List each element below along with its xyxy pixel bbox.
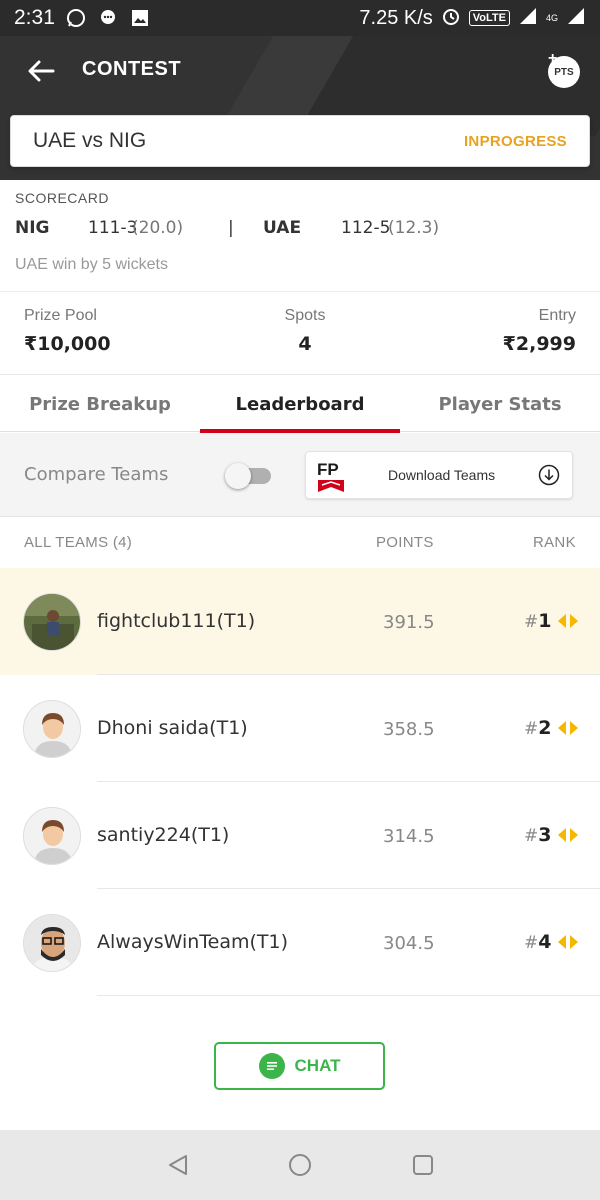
team-points: 358.5: [383, 719, 435, 740]
rank-hash: #: [524, 933, 539, 953]
tab-leaderboard[interactable]: Leaderboard: [200, 376, 400, 433]
avatar: [23, 593, 81, 651]
back-arrow-icon[interactable]: [24, 56, 58, 86]
rank-number: 3: [538, 824, 552, 846]
tab-player-stats[interactable]: Player Stats: [400, 376, 600, 432]
image-icon: [129, 7, 151, 29]
team1-runs: 111-3: [88, 218, 138, 238]
rank-arrow-icon: [558, 935, 578, 949]
rank-header: RANK: [533, 534, 576, 551]
tab-prize-breakup[interactable]: Prize Breakup: [0, 376, 200, 432]
prize-pool: Prize Pool ₹10,000: [24, 307, 111, 355]
download-teams-button[interactable]: FP Download Teams: [305, 451, 573, 499]
team-points: 304.5: [383, 933, 435, 954]
compare-teams-toggle[interactable]: [225, 463, 273, 489]
compare-teams-label: Compare Teams: [24, 464, 169, 485]
score-separator: |: [228, 218, 234, 238]
leaderboard-row[interactable]: Dhoni saida(T1) 358.5 #2: [0, 675, 600, 782]
rank-arrow-icon: [558, 828, 578, 842]
pts-add-icon[interactable]: + PTS: [548, 50, 580, 88]
team-points: 314.5: [383, 826, 435, 847]
download-teams-label: Download Teams: [388, 467, 496, 483]
contest-info: Prize Pool ₹10,000 Spots 4 Entry ₹2,999: [0, 293, 600, 375]
chat-button[interactable]: CHAT: [214, 1042, 385, 1090]
team1-overs: (20.0): [132, 218, 184, 238]
whatsapp-icon: [65, 7, 87, 29]
chat-label: CHAT: [294, 1056, 341, 1075]
system-nav-bar: [0, 1130, 600, 1200]
avatar: [23, 914, 81, 972]
team-rank: #1: [524, 610, 551, 632]
prize-pool-label: Prize Pool: [24, 307, 97, 324]
compare-teams-bar: Compare Teams FP Download Teams: [0, 433, 600, 517]
status-bar: 2:31 7.25 K/s VoLTE 4G: [0, 0, 600, 36]
entry-label: Entry: [538, 307, 576, 324]
signal-icon: [518, 6, 538, 31]
fp-logo-text: FP: [317, 460, 339, 479]
rank-arrow-icon: [558, 721, 578, 735]
points-header: POINTS: [376, 534, 434, 551]
spots-label: Spots: [284, 307, 326, 324]
team-name: santiy224(T1): [97, 824, 230, 846]
score-line: NIG 111-3 (20.0) | UAE 112-5 (12.3): [15, 212, 585, 246]
spots: Spots 4: [255, 307, 355, 355]
team2-name: UAE: [263, 218, 302, 238]
team2-overs: (12.3): [388, 218, 440, 238]
match-card: UAE vs NIG INPROGRESS: [10, 115, 590, 167]
nav-recents-icon[interactable]: [410, 1152, 436, 1178]
nav-back-icon[interactable]: [165, 1152, 191, 1178]
team-name: Dhoni saida(T1): [97, 717, 248, 739]
pts-label: PTS: [554, 66, 574, 78]
volte-badge: VoLTE: [468, 10, 510, 26]
chat-icon: [258, 1053, 285, 1079]
fp-logo: FP: [316, 458, 346, 494]
contest-tabs: Prize Breakup Leaderboard Player Stats: [0, 376, 600, 433]
avatar: [23, 700, 81, 758]
avatar: [23, 807, 81, 865]
team-points: 391.5: [383, 612, 435, 633]
match-result: UAE win by 5 wickets: [15, 256, 168, 273]
nav-home-icon[interactable]: [287, 1152, 313, 1178]
chat-bubble-icon: [97, 7, 119, 29]
entry: Entry ₹2,999: [503, 307, 576, 355]
rank-number: 2: [538, 717, 552, 739]
team-rank: #2: [524, 717, 551, 739]
rank-hash: #: [524, 612, 539, 632]
spots-value: 4: [298, 333, 312, 355]
page-title: CONTEST: [82, 58, 182, 80]
team1-name: NIG: [15, 218, 50, 238]
network-type: 4G: [545, 13, 558, 23]
team-name: fightclub111(T1): [97, 610, 256, 632]
signal-icon-2: [566, 6, 586, 31]
team-name: AlwaysWinTeam(T1): [97, 931, 289, 953]
download-icon: [538, 464, 560, 486]
scorecard: SCORECARD NIG 111-3 (20.0) | UAE 112-5 (…: [0, 180, 600, 292]
team-rank: #4: [524, 931, 551, 953]
match-name: UAE vs NIG: [33, 129, 147, 152]
alarm-icon: [441, 6, 461, 31]
rank-hash: #: [524, 826, 539, 846]
all-teams-header: ALL TEAMS (4): [24, 534, 133, 551]
network-speed: 7.25 K/s: [359, 6, 433, 29]
match-status-badge: INPROGRESS: [463, 132, 567, 150]
rank-number: 1: [538, 610, 552, 632]
team2-runs: 112-5: [341, 218, 391, 238]
entry-value: ₹2,999: [502, 333, 576, 355]
scorecard-label: SCORECARD: [15, 190, 109, 206]
prize-pool-value: ₹10,000: [24, 333, 111, 355]
leaderboard-row[interactable]: fightclub111(T1) 391.5 #1: [0, 568, 600, 675]
leaderboard-row[interactable]: AlwaysWinTeam(T1) 304.5 #4: [0, 889, 600, 996]
rank-hash: #: [524, 719, 539, 739]
team-rank: #3: [524, 824, 551, 846]
status-time: 2:31: [14, 6, 55, 29]
leaderboard-header: ALL TEAMS (4) POINTS RANK: [0, 518, 600, 568]
rank-number: 4: [538, 931, 552, 953]
leaderboard-row[interactable]: santiy224(T1) 314.5 #3: [0, 782, 600, 889]
rank-arrow-icon: [558, 614, 578, 628]
